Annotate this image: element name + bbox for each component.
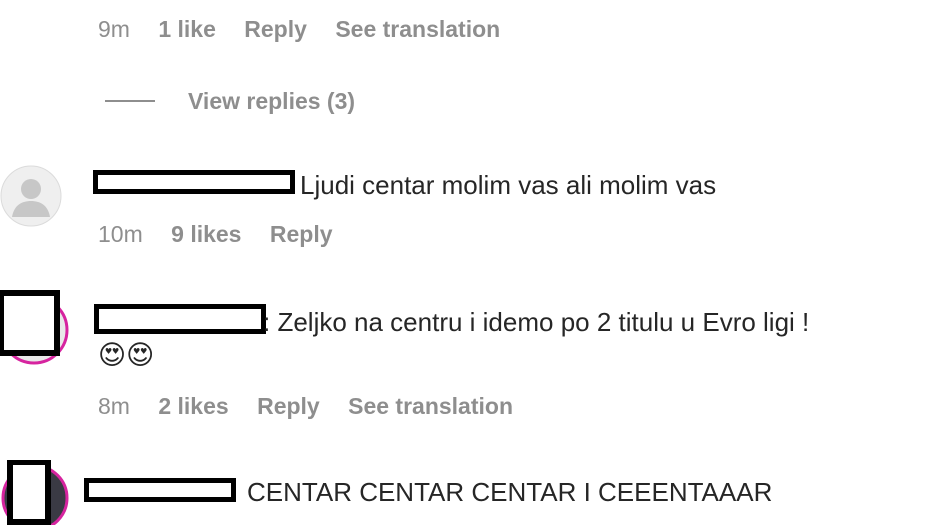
reply-button[interactable]: Reply [257, 393, 320, 419]
redacted-username [93, 170, 295, 194]
comment-meta-top: 9m 1 like Reply See translation [98, 16, 522, 43]
redacted-username [84, 478, 236, 502]
view-replies-button[interactable]: View replies (3) [188, 88, 355, 115]
like-count[interactable]: 9 likes [171, 221, 241, 247]
comment-meta: 10m 9 likes Reply [98, 221, 355, 248]
comment-text: Ljudi centar molim vas ali molim vas [300, 170, 717, 200]
like-count[interactable]: 1 like [158, 16, 216, 42]
comment-text: CENTAR CENTAR CENTAR I CEEENTAAAR [247, 477, 773, 507]
timestamp: 8m [98, 393, 130, 419]
view-replies-line [105, 100, 155, 102]
see-translation-link[interactable]: See translation [335, 16, 500, 42]
reply-button[interactable]: Reply [270, 221, 333, 247]
see-translation-link[interactable]: See translation [348, 393, 513, 419]
avatar[interactable] [0, 165, 62, 227]
avatar-icon [1, 460, 69, 525]
comment-meta: 8m 2 likes Reply See translation [98, 393, 535, 420]
emoji-text: 😍😍 [98, 340, 155, 370]
timestamp: 10m [98, 221, 143, 247]
comment-text: : Zeljko na centru i idemo po 2 titulu u… [263, 307, 810, 337]
timestamp: 9m [98, 16, 130, 42]
avatar-with-story-ring[interactable] [0, 460, 70, 525]
like-count[interactable]: 2 likes [158, 393, 228, 419]
avatar-icon [0, 290, 69, 365]
default-avatar-icon [0, 165, 62, 227]
redacted-username [94, 304, 266, 334]
avatar-with-story-ring[interactable] [0, 290, 70, 370]
reply-button[interactable]: Reply [244, 16, 307, 42]
